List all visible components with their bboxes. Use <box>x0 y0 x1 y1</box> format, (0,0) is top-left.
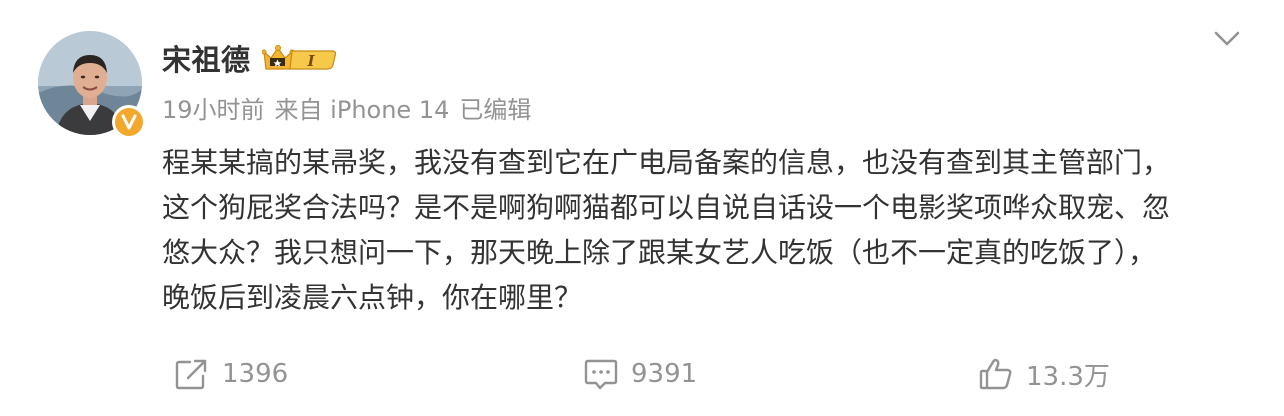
weibo-post: 宋祖德 I 19小时前 来自 iPhone 14 已编辑 程某某搞的某帚奖，我没有查… <box>0 0 1284 416</box>
vip-level-label: I <box>306 52 315 70</box>
content-line: 晚饭后到凌晨六点钟，你在哪里？ <box>162 281 583 314</box>
post-meta: 19小时前 来自 iPhone 14 已编辑 <box>162 93 541 127</box>
chevron-down-icon[interactable] <box>1207 24 1247 54</box>
repost-button[interactable]: 1396 <box>174 352 288 396</box>
like-count: 13.3万 <box>1026 361 1110 392</box>
content-line: 悠大众？我只想问一下，那天晚上除了跟某女艺人吃饭（也不一定真的吃饭了）， <box>162 236 1157 269</box>
author-name[interactable]: 宋祖德 <box>162 40 251 80</box>
like-button[interactable]: 13.3万 <box>978 352 1110 396</box>
post-time: 19小时前 <box>162 96 265 124</box>
avatar-container[interactable] <box>38 31 146 139</box>
repost-icon <box>174 357 210 391</box>
content-line: 程某某搞的某帚奖，我没有查到它在广电局备案的信息，也没有查到其主管部门， <box>162 146 1171 179</box>
thumbs-up-icon <box>978 357 1014 391</box>
crown-icon[interactable]: I <box>261 42 338 76</box>
repost-count: 1396 <box>222 359 289 389</box>
content-line: 这个狗屁奖合法吗？是不是啊狗啊猫都可以自说自话设一个电影奖项哗众取宠、忽 <box>162 191 1171 224</box>
post-content: 程某某搞的某帚奖，我没有查到它在广电局备案的信息，也没有查到其主管部门， 这个狗… <box>162 140 1252 320</box>
verified-badge-icon <box>112 105 146 139</box>
post-source: 来自 iPhone 14 <box>274 96 450 124</box>
comment-button[interactable]: 9391 <box>583 352 697 396</box>
comment-count: 9391 <box>631 359 698 389</box>
edited-label[interactable]: 已编辑 <box>459 96 531 124</box>
comment-icon <box>583 357 619 391</box>
